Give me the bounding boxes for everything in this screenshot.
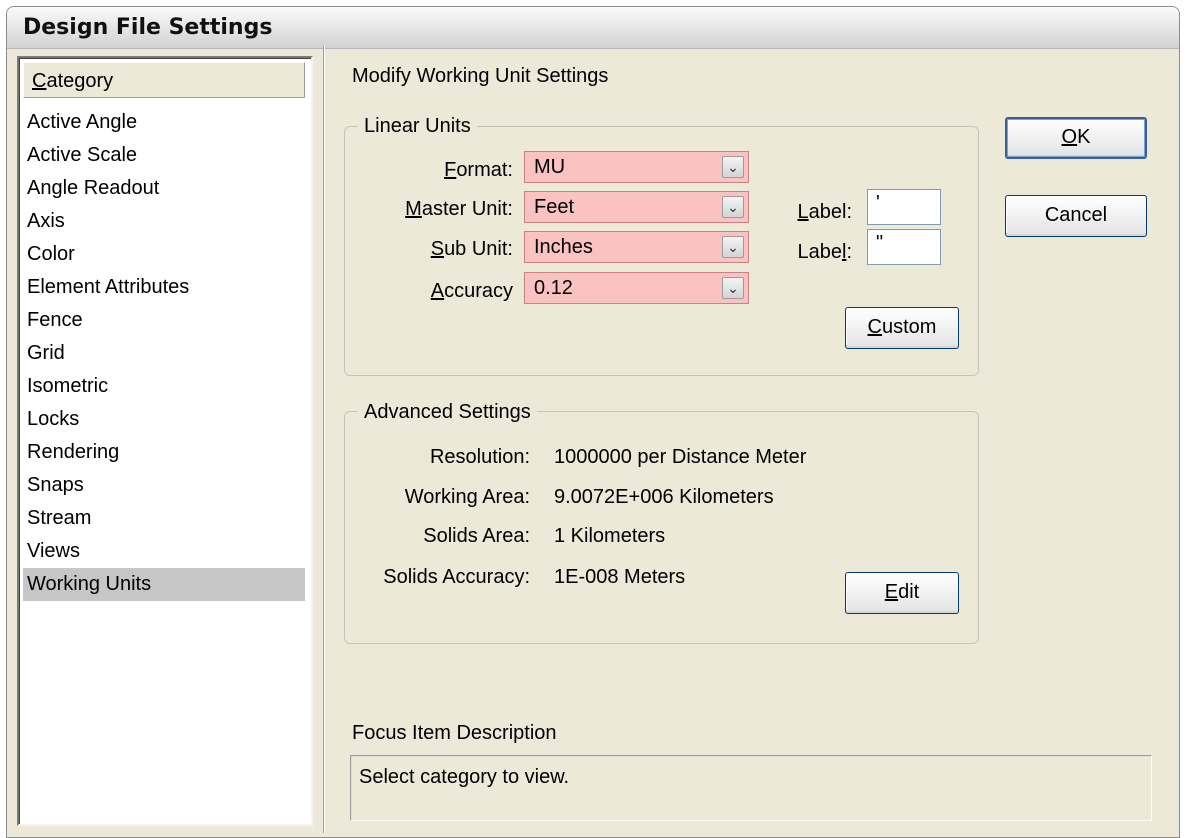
- ok-button-rest: K: [1077, 126, 1091, 148]
- category-list: Active Angle Active Scale Angle Readout Axi…: [23, 106, 305, 601]
- working-area-value: 9.0072E+006 Kilometers: [554, 486, 774, 508]
- solids-accuracy-label: Solids Accuracy:: [383, 566, 530, 588]
- category-header-label: Category: [32, 70, 113, 92]
- resolution-label: Resolution:: [429, 446, 530, 468]
- category-header-rest: ategory: [46, 70, 114, 92]
- category-item[interactable]: Element Attributes: [23, 271, 305, 304]
- solids-area-value: 1 Kilometers: [554, 525, 666, 547]
- category-item[interactable]: Active Angle: [23, 106, 305, 139]
- accuracy-dropdown[interactable]: 0.12 ⌄: [524, 272, 749, 304]
- solids-area-label: Solids Area:: [423, 525, 530, 547]
- category-item[interactable]: Fence: [23, 304, 305, 337]
- category-item[interactable]: Color: [23, 238, 305, 271]
- custom-button-mnemonic: C: [867, 316, 882, 338]
- master-label-field[interactable]: ': [867, 189, 941, 225]
- linear-units-legend: Linear Units: [358, 115, 477, 138]
- master-label-label: Label:: [797, 201, 853, 223]
- category-item[interactable]: Grid: [23, 337, 305, 370]
- sub-unit-dropdown[interactable]: Inches ⌄: [524, 231, 749, 263]
- edit-button-mnemonic: E: [884, 581, 899, 603]
- design-file-settings-dialog: Design File Settings Category Active Ang…: [6, 6, 1180, 838]
- focus-item-title: Focus Item Description: [352, 722, 557, 744]
- chevron-down-icon[interactable]: ⌄: [722, 277, 744, 299]
- category-header-mnemonic: C: [32, 70, 47, 92]
- category-item[interactable]: Angle Readout: [23, 172, 305, 205]
- master-unit-label: Master Unit:: [405, 198, 513, 220]
- ok-button-mnemonic: O: [1061, 126, 1078, 148]
- category-item[interactable]: Isometric: [23, 370, 305, 403]
- format-dropdown[interactable]: MU ⌄: [524, 151, 749, 183]
- chevron-down-icon[interactable]: ⌄: [722, 156, 744, 178]
- edit-button[interactable]: Edit: [845, 572, 959, 614]
- accuracy-value: 0.12: [534, 277, 573, 299]
- category-list-panel[interactable]: Category Active Angle Active Scale Angle R…: [17, 56, 313, 826]
- advanced-settings-legend: Advanced Settings: [358, 401, 537, 424]
- section-title: Modify Working Unit Settings: [352, 65, 609, 87]
- format-value: MU: [534, 156, 566, 178]
- master-unit-dropdown[interactable]: Feet ⌄: [524, 191, 749, 223]
- category-item[interactable]: Snaps: [23, 469, 305, 502]
- solids-accuracy-value: 1E-008 Meters: [554, 566, 686, 588]
- custom-button-rest: ustom: [881, 316, 937, 338]
- category-item[interactable]: Active Scale: [23, 139, 305, 172]
- focus-item-text: Select category to view.: [359, 766, 570, 788]
- working-area-label: Working Area:: [404, 486, 530, 508]
- cancel-button-label: Cancel: [1044, 204, 1108, 226]
- edit-button-rest: dit: [898, 581, 920, 603]
- ok-button[interactable]: OK: [1005, 117, 1147, 159]
- sub-unit-label: Sub Unit:: [430, 238, 513, 260]
- chevron-down-icon[interactable]: ⌄: [722, 236, 744, 258]
- custom-button[interactable]: Custom: [845, 307, 959, 349]
- category-item[interactable]: Working Units: [23, 568, 305, 601]
- category-item[interactable]: Stream: [23, 502, 305, 535]
- cancel-button[interactable]: Cancel: [1005, 195, 1147, 237]
- chevron-down-icon[interactable]: ⌄: [722, 196, 744, 218]
- focus-item-description: Select category to view.: [350, 755, 1152, 821]
- category-column-header[interactable]: Category: [23, 62, 305, 98]
- category-item[interactable]: Locks: [23, 403, 305, 436]
- sub-label-field[interactable]: ": [867, 229, 941, 265]
- format-label: Format:: [444, 159, 513, 181]
- accuracy-label: Accuracy: [430, 280, 513, 302]
- sub-unit-value: Inches: [534, 236, 593, 258]
- resolution-value: 1000000 per Distance Meter: [554, 446, 807, 468]
- category-item[interactable]: Axis: [23, 205, 305, 238]
- category-item[interactable]: Views: [23, 535, 305, 568]
- sub-label-label: Label:: [797, 241, 852, 263]
- master-unit-value: Feet: [534, 196, 575, 218]
- category-item[interactable]: Rendering: [23, 436, 305, 469]
